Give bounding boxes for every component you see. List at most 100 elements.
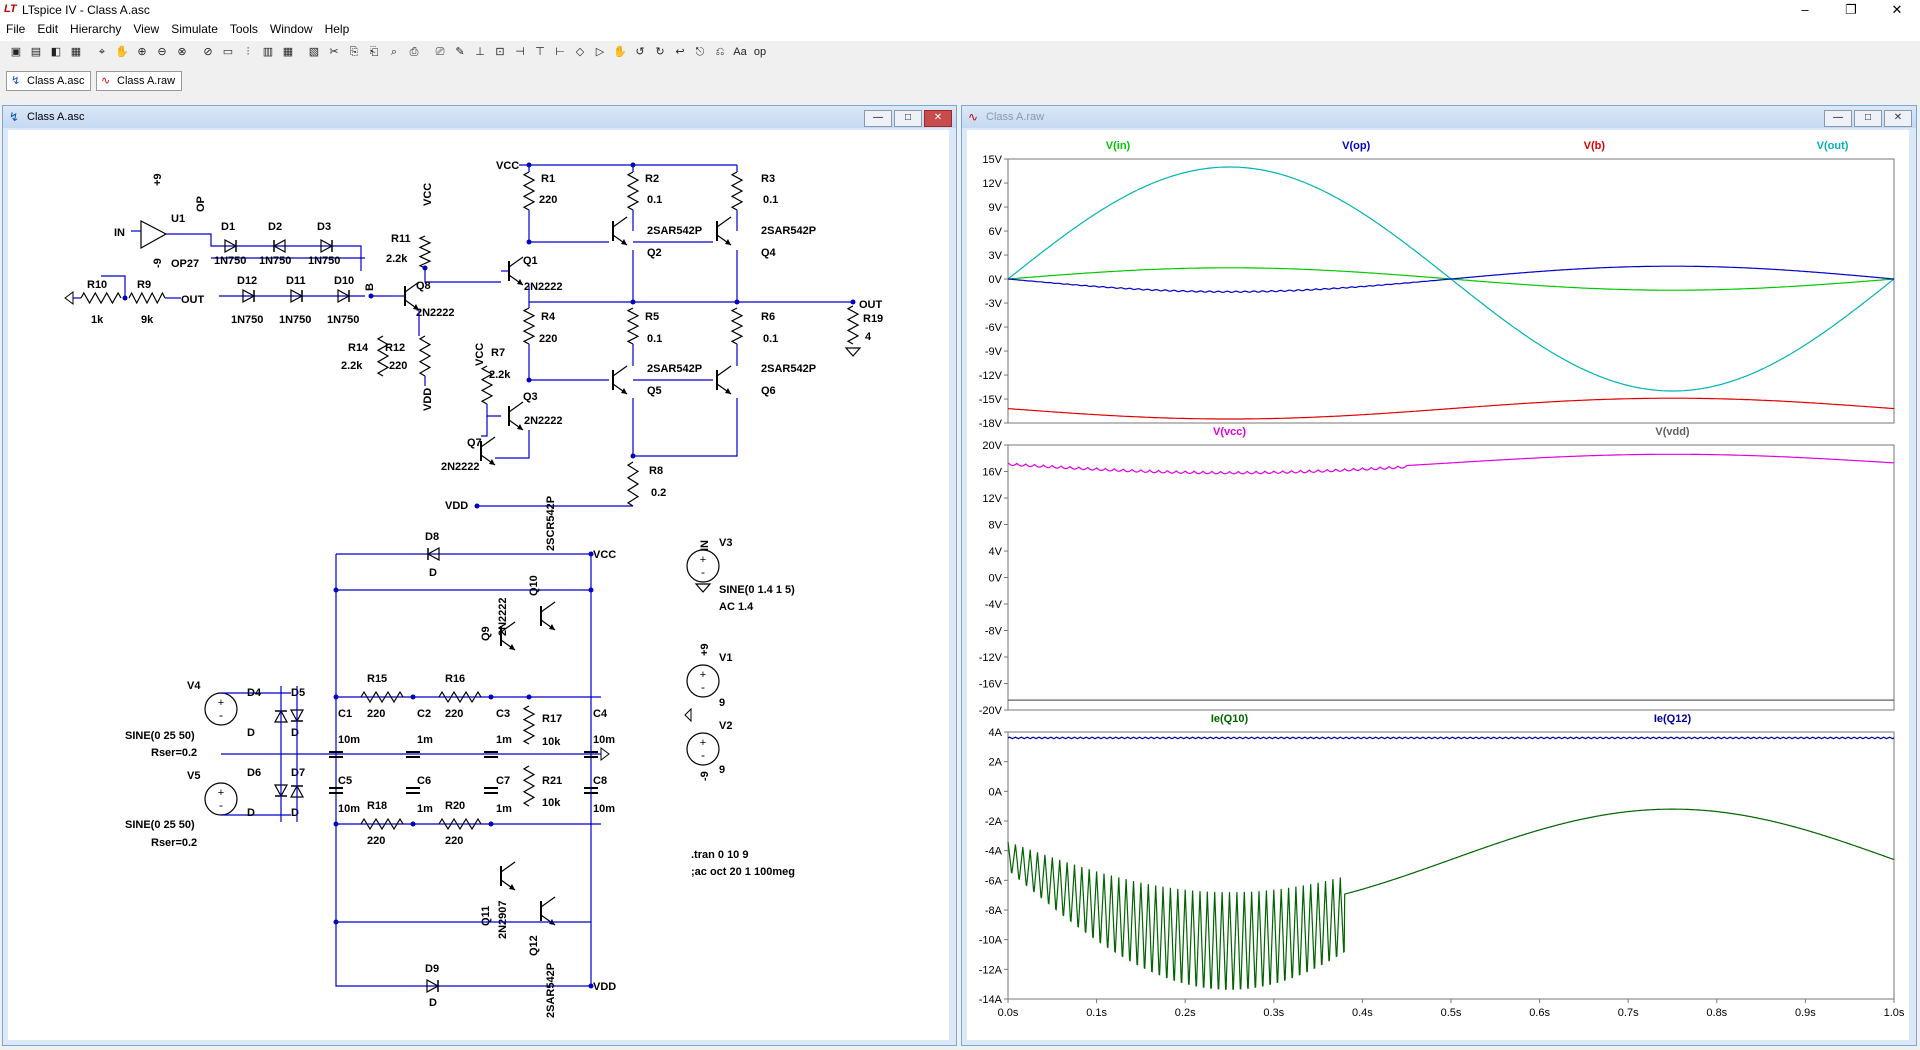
transistor-q7 [480, 436, 496, 448]
y-tick-label: -12V [979, 370, 1003, 382]
label: D [429, 997, 437, 1009]
label: 1m [496, 734, 512, 746]
junction-dot [333, 919, 339, 925]
label: R12 [385, 342, 405, 354]
trace-label: Ie(Q12) [1654, 713, 1692, 725]
menu-help[interactable]: Help [319, 20, 356, 38]
label: 2N2222 [441, 461, 480, 473]
minimize-icon[interactable]: — [864, 110, 892, 127]
label: U1 [171, 213, 185, 225]
plot-pane-3 [1007, 731, 1895, 1000]
print-icon[interactable]: ⌕ [386, 44, 402, 60]
menu-edit[interactable]: Edit [31, 20, 64, 38]
rotate-icon[interactable]: ⎋ [692, 44, 708, 60]
waveform-window-titlebar[interactable]: ∿ Class A.raw — □ ✕ [962, 106, 1916, 128]
print-setup-icon[interactable]: ⎙ [406, 44, 422, 60]
label: SINE(0 1.4 1 5) [719, 584, 795, 596]
zoom-out-icon[interactable]: ⊗ [174, 44, 190, 60]
menu-view[interactable]: View [127, 20, 165, 38]
label: R15 [367, 673, 387, 685]
label: C6 [417, 775, 431, 787]
menu-simulate[interactable]: Simulate [165, 20, 224, 38]
close-icon[interactable]: ✕ [1874, 0, 1920, 20]
capacitor-icon[interactable]: ⊤ [532, 44, 548, 60]
ground-icon [694, 583, 712, 593]
halt-icon[interactable]: ✋ [114, 44, 130, 60]
y-tick-label: -12V [979, 652, 1003, 664]
ground-icon[interactable]: ⊥ [472, 44, 488, 60]
pan-icon[interactable]: ⊖ [154, 44, 170, 60]
resistor-r4 [522, 307, 536, 345]
label: R5 [645, 311, 659, 323]
wire [481, 416, 488, 437]
ground-icon [844, 347, 862, 357]
label: V3 [719, 537, 732, 549]
paste-icon[interactable]: ⎘ [346, 44, 362, 60]
wire [632, 398, 738, 457]
y-tick-label: 2A [989, 757, 1003, 769]
autorange-icon[interactable]: ▭ [220, 44, 236, 60]
draw-wire-icon[interactable]: ✎ [452, 44, 468, 60]
menu-hierarchy[interactable]: Hierarchy [64, 20, 127, 38]
run-icon[interactable]: ⌖ [94, 44, 110, 60]
trace-label: V(vcc) [1213, 426, 1246, 438]
menu-window[interactable]: Window [264, 20, 319, 38]
label: Rser=0.2 [151, 747, 197, 759]
text-icon[interactable]: Aa [732, 44, 748, 60]
tab-schematic[interactable]: ↯ Class A.asc [6, 71, 92, 91]
drag-icon[interactable]: ↺ [632, 44, 648, 60]
move-icon[interactable]: ✋ [612, 44, 628, 60]
zoom-fit-icon[interactable]: ⊘ [200, 44, 216, 60]
resistor-r19 [846, 305, 860, 345]
waveform-canvas[interactable]: 15V 12V 9V 6V 3V 0V -3V -6V -9V -12V -15V -18V V(in)… [967, 130, 1909, 1040]
maximize-icon[interactable]: □ [894, 110, 922, 127]
spice-directive-icon[interactable]: op [752, 44, 768, 60]
resistor-r11 [418, 235, 432, 269]
tile-icon[interactable]: ⫶ [240, 44, 256, 60]
copy-icon[interactable]: ✂ [326, 44, 342, 60]
cascade-icon[interactable]: ▥ [260, 44, 276, 60]
undo-icon[interactable]: ↻ [652, 44, 668, 60]
minimize-icon[interactable]: – [1782, 0, 1828, 20]
label: 10m [593, 803, 615, 815]
redo-icon[interactable]: ↩ [672, 44, 688, 60]
maximize-icon[interactable]: □ [1854, 110, 1882, 127]
menu-file[interactable]: File [0, 20, 31, 38]
schematic-canvas[interactable]: IN +9 -9 U1 OP27 OP D1 D2 D3 1N750 1N750 1N750 D12 D1… [8, 130, 949, 1040]
close-icon[interactable]: ✕ [924, 110, 952, 127]
restore-icon[interactable]: ❐ [1828, 0, 1874, 20]
resistor-icon[interactable]: ⊣ [512, 44, 528, 60]
diode-icon[interactable]: ◇ [572, 44, 588, 60]
tab-waveform[interactable]: ∿ Class A.raw [96, 71, 183, 91]
new-schematic-icon[interactable]: ▣ [8, 44, 24, 60]
label: V5 [187, 770, 200, 782]
zoom-in-icon[interactable]: ⊕ [134, 44, 150, 60]
spacer-icon[interactable]: ⎚ [432, 44, 448, 60]
close-icon[interactable]: ✕ [1884, 110, 1912, 127]
cut-icon[interactable]: ▧ [306, 44, 322, 60]
save-icon[interactable]: ◧ [48, 44, 64, 60]
schematic-window-titlebar[interactable]: ↯ Class A.asc — □ ✕ [3, 106, 956, 128]
label-net-icon[interactable]: ⊡ [492, 44, 508, 60]
minimize-icon[interactable]: — [1824, 110, 1852, 127]
label: Q10 [528, 575, 540, 596]
ground-icon [684, 707, 692, 723]
y-tick-label: 20V [982, 440, 1002, 452]
component-icon[interactable]: ▷ [592, 44, 608, 60]
y-tick-label: -8V [985, 626, 1003, 638]
find-icon[interactable]: ⎗ [366, 44, 382, 60]
mirror-icon[interactable]: ⎌ [712, 44, 728, 60]
y-tick-label: -4V [985, 599, 1003, 611]
label: OP27 [171, 258, 199, 270]
window-icon[interactable]: ▦ [280, 44, 296, 60]
junction-dot [588, 983, 594, 989]
label: R21 [542, 775, 562, 787]
menu-tools[interactable]: Tools [224, 20, 264, 38]
label: R11 [391, 233, 411, 245]
label: R6 [761, 311, 775, 323]
control-panel-icon[interactable]: ▦ [68, 44, 84, 60]
open-icon[interactable]: ▤ [28, 44, 44, 60]
y-tick-label: -6A [985, 875, 1003, 887]
label: 220 [389, 360, 407, 372]
inductor-icon[interactable]: ⊢ [552, 44, 568, 60]
